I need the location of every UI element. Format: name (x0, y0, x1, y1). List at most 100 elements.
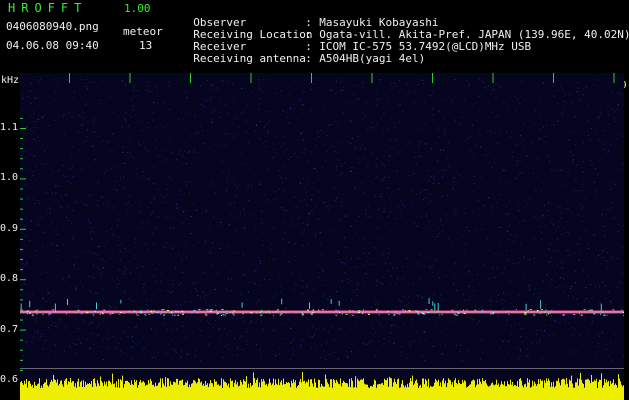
noise-pixel (499, 132, 501, 134)
noise-pixel (163, 196, 165, 198)
noise-pixel (122, 187, 124, 189)
noise-pixel (284, 232, 286, 234)
noise-pixel (269, 258, 271, 260)
noise-pixel (541, 348, 543, 350)
noise-pixel (374, 195, 376, 197)
noise-pixel (254, 130, 256, 132)
histogram-bar (263, 379, 264, 400)
histogram-bar (472, 380, 473, 400)
histogram-bar (295, 380, 296, 400)
noise-pixel (421, 297, 423, 299)
noise-pixel (301, 104, 303, 106)
noise-pixel (64, 133, 66, 135)
histogram-bar (141, 382, 142, 400)
info-value: A504HB(yagi 4el) (319, 52, 426, 65)
noise-pixel (32, 171, 34, 173)
noise-pixel (34, 96, 36, 98)
noise-pixel (568, 254, 570, 256)
noise-pixel (451, 246, 453, 247)
noise-pixel (478, 208, 480, 210)
histogram-bar (572, 383, 573, 400)
noise-pixel (101, 196, 103, 198)
noise-pixel (541, 231, 543, 233)
noise-pixel (306, 286, 307, 288)
noise-pixel (440, 300, 442, 302)
noise-pixel (603, 207, 605, 209)
noise-pixel (603, 226, 605, 228)
noise-pixel (344, 188, 346, 190)
noise-pixel (86, 140, 88, 142)
noise-pixel (610, 341, 611, 343)
noise-pixel (81, 354, 83, 356)
noise-pixel (375, 248, 377, 250)
histogram-bar (539, 383, 540, 400)
histogram-bar (46, 379, 47, 400)
noise-pixel (82, 234, 84, 236)
histogram-bar (388, 386, 389, 400)
noise-pixel (40, 336, 42, 338)
noise-pixel (441, 91, 443, 93)
noise-pixel (426, 301, 428, 303)
file-name: 0406080940.png (6, 20, 99, 33)
noise-pixel (30, 154, 32, 155)
noise-pixel (267, 216, 269, 218)
histogram-bar (86, 384, 87, 400)
noise-pixel (307, 220, 309, 222)
noise-pixel (363, 85, 365, 87)
noise-pixel (72, 146, 74, 148)
noise-pixel (204, 241, 206, 243)
noise-pixel (135, 325, 137, 327)
noise-pixel (499, 254, 501, 256)
noise-pixel (307, 318, 309, 320)
noise-pixel (287, 158, 289, 160)
echo-speck (174, 312, 176, 313)
histogram-bar (331, 379, 332, 400)
noise-pixel (539, 114, 541, 116)
noise-pixel (538, 296, 540, 297)
noise-pixel (548, 261, 550, 263)
noise-pixel (418, 147, 420, 149)
noise-pixel (561, 207, 563, 209)
noise-pixel (131, 336, 133, 338)
echo-speck (139, 310, 142, 312)
histogram-bar (434, 382, 435, 400)
noise-pixel (55, 78, 57, 80)
noise-pixel (516, 144, 518, 146)
noise-pixel (295, 243, 297, 244)
noise-pixel (242, 349, 244, 351)
noise-pixel (485, 123, 487, 125)
histogram-bar (261, 379, 262, 400)
histogram-bar (566, 378, 567, 400)
noise-pixel (236, 134, 238, 135)
noise-pixel (228, 278, 229, 280)
histogram-bar (122, 375, 123, 400)
echo-speck (532, 310, 533, 312)
noise-pixel (387, 215, 389, 217)
histogram-bar (326, 378, 327, 400)
noise-pixel (220, 209, 222, 211)
noise-pixel (279, 324, 281, 326)
histogram-bar (281, 380, 282, 400)
histogram-bar (275, 379, 276, 400)
noise-pixel (320, 129, 322, 131)
noise-pixel (302, 244, 304, 246)
noise-pixel (92, 313, 94, 315)
noise-pixel (614, 217, 616, 219)
noise-pixel (231, 179, 233, 181)
noise-pixel (618, 224, 620, 225)
noise-pixel (112, 234, 114, 236)
histogram-bar (69, 382, 70, 400)
histogram-bar (215, 381, 216, 400)
echo-speck (162, 309, 165, 310)
noise-pixel (95, 354, 97, 356)
noise-pixel (39, 216, 41, 218)
noise-pixel (307, 285, 309, 287)
noise-pixel (529, 93, 531, 95)
noise-pixel (423, 331, 425, 333)
noise-pixel (189, 318, 191, 320)
noise-pixel (436, 235, 438, 237)
noise-pixel (468, 83, 470, 85)
meteor-blip (437, 302, 439, 312)
noise-pixel (531, 335, 533, 337)
noise-pixel (303, 266, 305, 268)
